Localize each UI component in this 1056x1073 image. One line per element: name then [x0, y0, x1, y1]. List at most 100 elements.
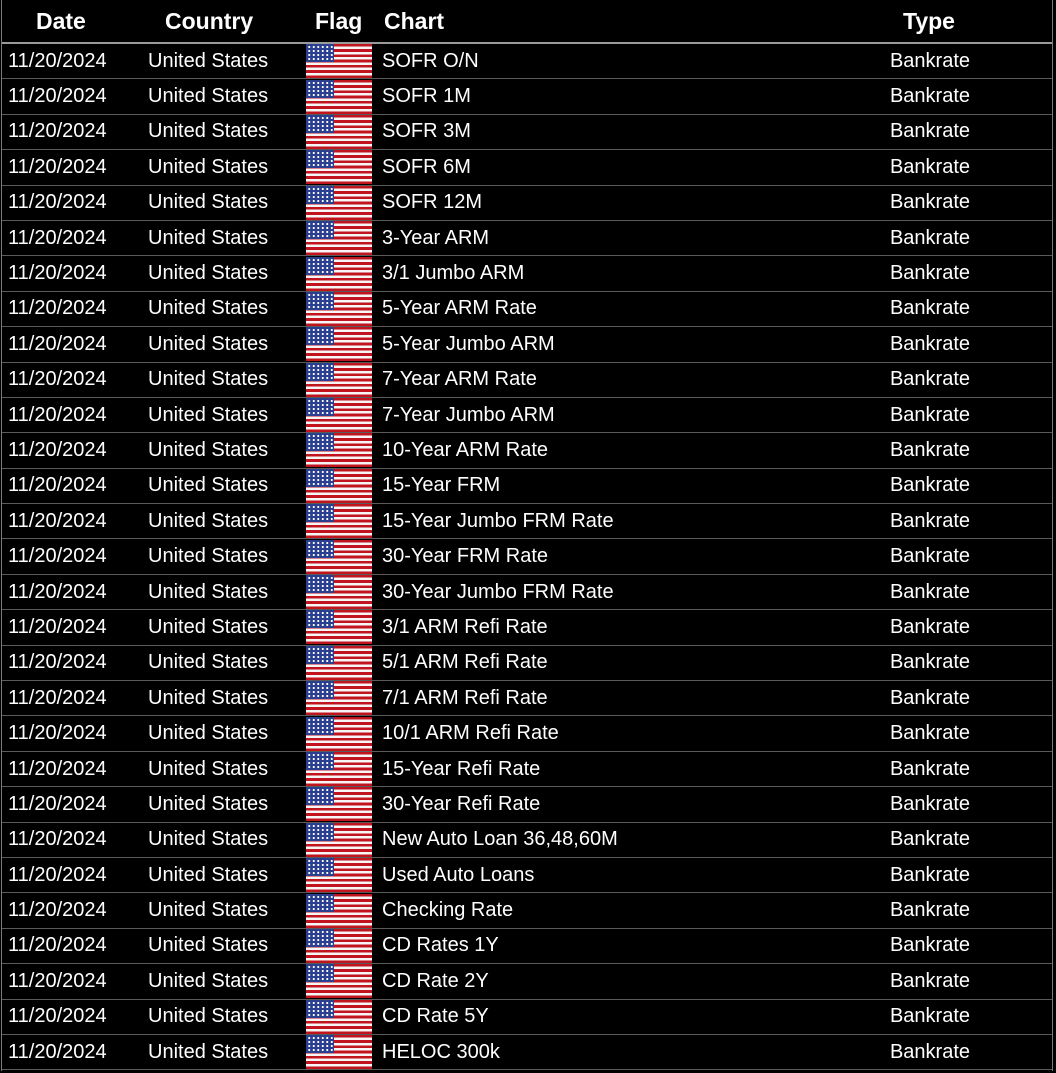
table-row[interactable]: 11/20/2024 United States 5-Year ARM Rate Ba… [2, 291, 1052, 328]
chart-cell: 7/1 ARM Refi Rate [382, 686, 548, 709]
table-row[interactable]: 11/20/2024 United States 3/1 Jumbo ARM Bank… [2, 256, 1052, 292]
date-cell: 11/20/2024 [8, 85, 107, 108]
table-row[interactable]: 11/20/2024 United States SOFR O/N Bankrate [2, 44, 1052, 80]
table-row[interactable]: 11/20/2024 United States SOFR 1M Bankrate [2, 79, 1052, 115]
country-cell: United States [148, 262, 269, 285]
table-row[interactable]: 11/20/2024 United States 3/1 ARM Refi Rate… [2, 610, 1052, 646]
country-cell: United States [148, 863, 269, 886]
flag-cell [306, 822, 372, 857]
table-row[interactable]: 11/20/2024 United States SOFR 3M Bankrate [2, 114, 1052, 151]
flag-cell [306, 893, 372, 928]
chart-cell: SOFR O/N [382, 49, 479, 72]
header-country[interactable]: Country [165, 0, 315, 42]
us-flag-icon [306, 999, 372, 1034]
flag-cell [306, 539, 372, 574]
table-row[interactable]: 11/20/2024 United States 15-Year Refi Rate… [2, 752, 1052, 788]
table-row[interactable]: 11/20/2024 United States 30-Year Refi Rate… [2, 787, 1052, 823]
us-flag-icon [306, 504, 372, 539]
table-row[interactable]: 11/20/2024 United States 7/1 ARM Refi Rate… [2, 681, 1052, 717]
table-body: 11/20/2024 United States SOFR O/N Bankrate 1… [2, 44, 1052, 1071]
flag-cell [306, 256, 372, 291]
flag-cell [306, 858, 372, 893]
flag-cell [306, 362, 372, 397]
flag-cell [306, 752, 372, 786]
table-row[interactable]: 11/20/2024 United States 10-Year ARM Rate B… [2, 433, 1052, 469]
header-chart[interactable]: Chart [384, 0, 864, 42]
table-row[interactable]: 11/20/2024 United States Checking Rate Bank… [2, 893, 1052, 929]
rates-table: Date Country Flag Chart Type 11/20/2024 U… [1, 0, 1053, 1071]
date-cell: 11/20/2024 [8, 509, 107, 532]
type-cell: Bankrate [889, 545, 971, 568]
table-row[interactable]: 11/20/2024 United States 30-Year Jumbo FRM… [2, 575, 1052, 611]
chart-cell: 5-Year ARM Rate [382, 297, 537, 320]
flag-cell [306, 468, 372, 503]
us-flag-icon [306, 114, 372, 149]
type-cell: Bankrate [889, 651, 971, 674]
header-flag[interactable]: Flag [315, 0, 381, 42]
country-cell: United States [148, 545, 269, 568]
type-cell: Bankrate [889, 226, 971, 249]
date-cell: 11/20/2024 [8, 722, 107, 745]
table-row[interactable]: 11/20/2024 United States 10/1 ARM Refi Rat… [2, 716, 1052, 752]
date-cell: 11/20/2024 [8, 49, 107, 72]
us-flag-icon [306, 150, 372, 185]
table-row[interactable]: 11/20/2024 United States 7-Year ARM Rate Ba… [2, 362, 1052, 398]
type-cell: Bankrate [889, 297, 971, 320]
table-row[interactable]: 11/20/2024 United States 15-Year FRM Bankra… [2, 468, 1052, 505]
table-row[interactable]: 11/20/2024 United States CD Rate 5Y Bankrat… [2, 999, 1052, 1035]
table-row[interactable]: 11/20/2024 United States 30-Year FRM Rate B… [2, 539, 1052, 575]
table-row[interactable]: 11/20/2024 United States SOFR 12M Bankrate [2, 185, 1052, 221]
us-flag-icon [306, 1035, 372, 1070]
date-cell: 11/20/2024 [8, 1005, 107, 1028]
type-cell: Bankrate [889, 474, 971, 497]
flag-cell [306, 645, 372, 680]
chart-cell: CD Rates 1Y [382, 934, 499, 957]
date-cell: 11/20/2024 [8, 792, 107, 815]
type-cell: Bankrate [889, 438, 971, 461]
flag-cell [306, 787, 372, 822]
flag-cell [306, 681, 372, 716]
us-flag-icon [306, 291, 372, 326]
date-cell: 11/20/2024 [8, 403, 107, 426]
table-header: Date Country Flag Chart Type [2, 0, 1052, 44]
us-flag-icon [306, 539, 372, 574]
country-cell: United States [148, 615, 269, 638]
table-row[interactable]: 11/20/2024 United States HELOC 300k Bankrat… [2, 1035, 1052, 1071]
chart-cell: New Auto Loan 36,48,60M [382, 828, 618, 851]
date-cell: 11/20/2024 [8, 934, 107, 957]
chart-cell: SOFR 6M [382, 155, 471, 178]
type-cell: Bankrate [889, 828, 971, 851]
us-flag-icon [306, 928, 372, 963]
country-cell: United States [148, 155, 269, 178]
table-row[interactable]: 11/20/2024 United States 15-Year Jumbo FRM… [2, 504, 1052, 540]
us-flag-icon [306, 822, 372, 857]
country-cell: United States [148, 828, 269, 851]
country-cell: United States [148, 1040, 269, 1063]
header-date[interactable]: Date [36, 0, 166, 42]
chart-cell: 30-Year Refi Rate [382, 792, 541, 815]
country-cell: United States [148, 934, 269, 957]
date-cell: 11/20/2024 [8, 332, 107, 355]
type-cell: Bankrate [889, 1040, 971, 1063]
table-row[interactable]: 11/20/2024 United States 5/1 ARM Refi Rate… [2, 645, 1052, 682]
us-flag-icon [306, 221, 372, 256]
date-cell: 11/20/2024 [8, 262, 107, 285]
table-row[interactable]: 11/20/2024 United States 3-Year ARM Bankrat… [2, 221, 1052, 257]
table-row[interactable]: 11/20/2024 United States CD Rates 1Y Bankra… [2, 928, 1052, 965]
flag-cell [306, 398, 372, 433]
type-cell: Bankrate [889, 368, 971, 391]
type-cell: Bankrate [889, 191, 971, 214]
table-row[interactable]: 11/20/2024 United States New Auto Loan 36,… [2, 822, 1052, 858]
country-cell: United States [148, 226, 269, 249]
table-row[interactable]: 11/20/2024 United States CD Rate 2Y Bankrat… [2, 964, 1052, 1000]
table-row[interactable]: 11/20/2024 United States 7-Year Jumbo ARM B… [2, 398, 1052, 434]
header-type[interactable]: Type [885, 0, 973, 42]
country-cell: United States [148, 368, 269, 391]
country-cell: United States [148, 49, 269, 72]
table-row[interactable]: 11/20/2024 United States 5-Year Jumbo ARM B… [2, 327, 1052, 363]
table-row[interactable]: 11/20/2024 United States Used Auto Loans Ba… [2, 858, 1052, 894]
country-cell: United States [148, 686, 269, 709]
table-row[interactable]: 11/20/2024 United States SOFR 6M Bankrate [2, 150, 1052, 186]
flag-cell [306, 716, 372, 751]
type-cell: Bankrate [889, 403, 971, 426]
